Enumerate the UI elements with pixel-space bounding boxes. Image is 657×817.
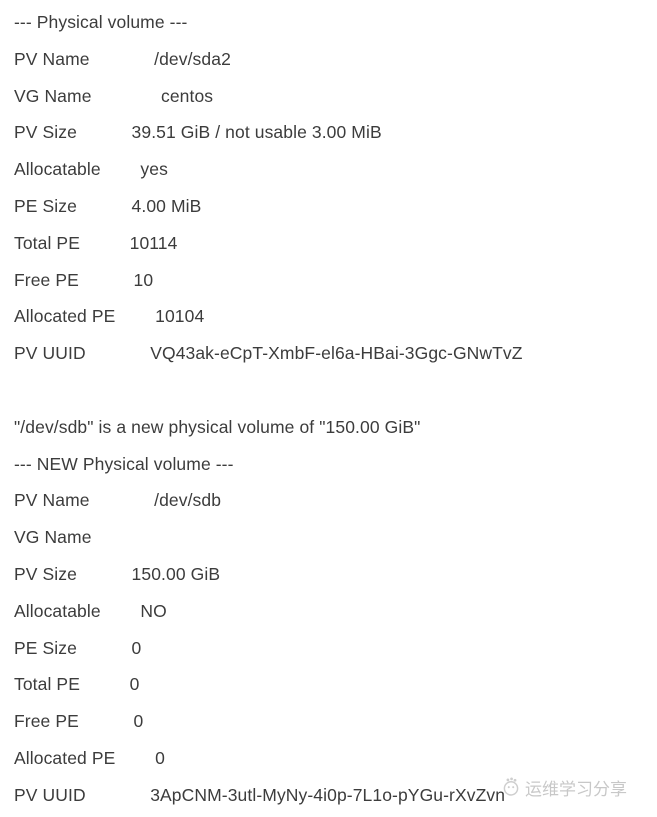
field-pad bbox=[77, 114, 132, 151]
field-row-free-pe: Free PE 10 bbox=[14, 262, 657, 299]
field-pad bbox=[79, 262, 134, 299]
field-value: yes bbox=[140, 159, 168, 180]
field-label: Total PE bbox=[14, 674, 80, 695]
field-label: VG Name bbox=[14, 85, 92, 106]
section-header-physical-volume: --- Physical volume --- bbox=[14, 12, 188, 32]
field-value: 10 bbox=[133, 269, 154, 290]
document-page: --- Physical volume --- PV Name /dev/sda… bbox=[0, 0, 657, 817]
field-label: PV Name bbox=[14, 48, 90, 69]
field-value: 150.00 GiB bbox=[131, 563, 221, 584]
field-label: Free PE bbox=[14, 711, 79, 732]
field-pad bbox=[86, 777, 151, 814]
field-label: Total PE bbox=[14, 232, 80, 253]
section-header-new-physical-volume: --- NEW Physical volume --- bbox=[14, 453, 234, 474]
field-pad bbox=[115, 298, 155, 335]
field-row-new-pe-size: PE Size 0 bbox=[14, 630, 657, 667]
field-value: 0 bbox=[133, 711, 144, 732]
field-label: Allocated PE bbox=[14, 306, 116, 327]
field-row-total-pe: Total PE 10114 bbox=[14, 225, 657, 262]
field-label: PE Size bbox=[14, 637, 77, 658]
field-value: 10114 bbox=[129, 232, 178, 253]
field-value: 0 bbox=[129, 674, 140, 695]
field-value: 3ApCNM-3utl-MyNy-4i0p-7L1o-pYGu-rXvZvn bbox=[150, 784, 506, 805]
terminal-output-block: --- Physical volume --- PV Name /dev/sda… bbox=[14, 4, 657, 814]
field-row-new-pv-uuid: PV UUID 3ApCNM-3utl-MyNy-4i0p-7L1o-pYGu-… bbox=[14, 777, 657, 814]
field-pad bbox=[115, 740, 155, 777]
field-row-pv-name: PV Name /dev/sda2 bbox=[14, 41, 657, 78]
field-pad bbox=[77, 188, 132, 225]
field-row-pe-size: PE Size 4.00 MiB bbox=[14, 188, 657, 225]
field-pad bbox=[90, 482, 155, 519]
field-label: PE Size bbox=[14, 195, 77, 216]
field-row-allocatable: Allocatable yes bbox=[14, 151, 657, 188]
message-new-physical-volume: "/dev/sdb" is a new physical volume of "… bbox=[14, 416, 421, 437]
field-row-new-pv-name: PV Name /dev/sdb bbox=[14, 482, 657, 519]
field-row-new-allocatable: Allocatable NO bbox=[14, 593, 657, 630]
field-pad bbox=[101, 151, 141, 188]
field-row-new-total-pe: Total PE 0 bbox=[14, 666, 657, 703]
field-row-new-free-pe: Free PE 0 bbox=[14, 703, 657, 740]
field-pad bbox=[90, 41, 155, 78]
field-value: 0 bbox=[131, 637, 142, 658]
field-label: PV UUID bbox=[14, 784, 86, 805]
field-label: PV Size bbox=[14, 122, 77, 143]
field-value: VQ43ak-eCpT-XmbF-el6a-HBai-3Ggc-GNwTvZ bbox=[150, 343, 523, 364]
field-row-new-vg-name: VG Name bbox=[14, 519, 657, 556]
field-value: 39.51 GiB / not usable 3.00 MiB bbox=[131, 122, 382, 143]
field-value: 0 bbox=[155, 747, 165, 768]
field-label: PV UUID bbox=[14, 343, 86, 364]
field-label: Allocated PE bbox=[14, 747, 116, 768]
field-pad bbox=[92, 78, 161, 115]
field-label: Free PE bbox=[14, 269, 79, 290]
field-pad bbox=[86, 335, 151, 372]
field-label: PV Name bbox=[14, 490, 90, 511]
field-value: /dev/sda2 bbox=[154, 48, 231, 69]
field-pad bbox=[77, 630, 132, 667]
field-row-allocated-pe: Allocated PE 10104 bbox=[14, 298, 657, 335]
field-value: NO bbox=[140, 600, 167, 621]
field-pad bbox=[77, 556, 132, 593]
field-pad bbox=[79, 703, 134, 740]
field-value: /dev/sdb bbox=[154, 490, 222, 511]
field-label: Allocatable bbox=[14, 600, 101, 621]
field-pad bbox=[80, 666, 130, 703]
field-row-pv-uuid: PV UUID VQ43ak-eCpT-XmbF-el6a-HBai-3Ggc-… bbox=[14, 335, 657, 372]
field-value: 10104 bbox=[155, 306, 205, 327]
field-label: VG Name bbox=[14, 527, 92, 548]
field-row-vg-name: VG Name centos bbox=[14, 78, 657, 115]
field-pad bbox=[101, 593, 141, 630]
field-label: PV Size bbox=[14, 563, 77, 584]
field-value: 4.00 MiB bbox=[131, 195, 202, 216]
field-label: Allocatable bbox=[14, 159, 101, 180]
field-value: centos bbox=[161, 85, 214, 106]
field-row-pv-size: PV Size 39.51 GiB / not usable 3.00 MiB bbox=[14, 114, 657, 151]
field-pad bbox=[80, 225, 130, 262]
field-row-new-allocated-pe: Allocated PE 0 bbox=[14, 740, 657, 777]
field-row-new-pv-size: PV Size 150.00 GiB bbox=[14, 556, 657, 593]
